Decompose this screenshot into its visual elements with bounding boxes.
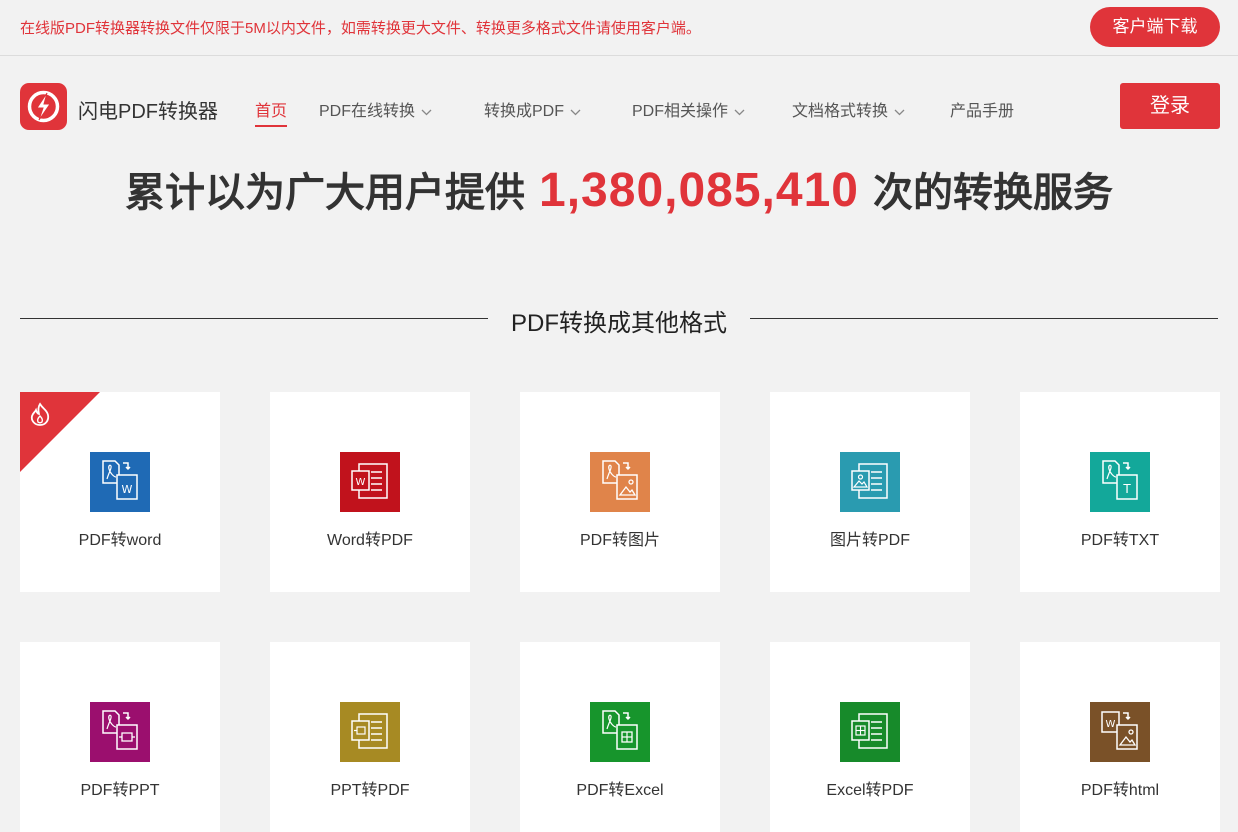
nav-doc-format-convert[interactable]: 文档格式转换 — [792, 97, 905, 121]
tool-label: 图片转PDF — [829, 532, 910, 549]
top-notice-bar: 在线版PDF转换器转换文件仅限于5M以内文件，如需转换更大文件、转换更多格式文件… — [0, 0, 1238, 56]
pdf-to-txt-icon: T — [1090, 452, 1150, 512]
chevron-down-icon — [894, 103, 905, 121]
section-title: PDF转换成其他格式 — [511, 310, 727, 337]
tool-label: Excel转PDF — [826, 782, 914, 799]
image-to-pdf-icon — [840, 452, 900, 512]
tool-label: PDF转PPT — [80, 782, 160, 799]
tool-card-word-to-pdf[interactable]: W Word转PDF — [270, 392, 470, 592]
word-to-pdf-icon: W — [340, 452, 400, 512]
nav-home-label: 首页 — [255, 103, 288, 120]
tool-card-pdf-to-txt[interactable]: T PDF转TXT — [1020, 392, 1220, 592]
conversion-counter: 累计以为广大用户提供 1,380,085,410 次的转换服务 — [0, 160, 1238, 218]
svg-text:W: W — [356, 477, 366, 488]
tool-card-pdf-to-image[interactable]: PDF转图片 — [520, 392, 720, 592]
counter-prefix: 累计以为广大用户提供 — [125, 171, 526, 215]
pdf-to-word-icon: W — [90, 452, 150, 512]
tool-card-pdf-to-word[interactable]: W PDF转word — [20, 392, 220, 592]
logo-text[interactable]: 闪电PDF转换器 — [78, 95, 218, 124]
nav-pdf-operations[interactable]: PDF相关操作 — [632, 97, 745, 121]
tool-card-image-to-pdf[interactable]: 图片转PDF — [770, 392, 970, 592]
section-header: PDF转换成其他格式 — [0, 300, 1238, 337]
nav-product-manual[interactable]: 产品手册 — [950, 97, 1014, 121]
logo-lightning-icon[interactable] — [20, 83, 67, 130]
nav-pdf-online-convert-label: PDF在线转换 — [319, 103, 416, 120]
excel-to-pdf-icon — [840, 702, 900, 762]
notice-text: 在线版PDF转换器转换文件仅限于5M以内文件，如需转换更大文件、转换更多格式文件… — [20, 20, 701, 37]
tool-label: PDF转word — [78, 532, 162, 549]
tool-card-excel-to-pdf[interactable]: Excel转PDF — [770, 642, 970, 832]
main-nav: 闪电PDF转换器 首页 PDF在线转换 转换成PDF PDF相关操作 文档格式转… — [0, 57, 1238, 157]
tool-card-ppt-to-pdf[interactable]: PPT转PDF — [270, 642, 470, 832]
ppt-to-pdf-icon — [340, 702, 400, 762]
pdf-to-html-icon: W — [1090, 702, 1150, 762]
svg-text:T: T — [1122, 482, 1131, 496]
chevron-down-icon — [734, 103, 745, 121]
tool-label: PDF转TXT — [1080, 532, 1160, 549]
tool-label: Word转PDF — [327, 532, 413, 549]
pdf-to-ppt-icon — [90, 702, 150, 762]
nav-convert-to-pdf-label: 转换成PDF — [484, 103, 565, 120]
login-button[interactable]: 登录 — [1120, 83, 1220, 129]
tool-label: PPT转PDF — [330, 782, 410, 799]
tool-card-pdf-to-html[interactable]: W PDF转html — [1020, 642, 1220, 832]
svg-text:W: W — [1106, 719, 1116, 730]
hot-badge — [20, 392, 100, 472]
chevron-down-icon — [421, 103, 432, 121]
nav-product-manual-label: 产品手册 — [950, 103, 1015, 120]
tool-label: PDF转Excel — [576, 782, 664, 799]
chevron-down-icon — [570, 103, 581, 121]
download-client-button[interactable]: 客户端下载 — [1090, 7, 1220, 47]
counter-number: 1,380,085,410 — [539, 164, 859, 217]
nav-pdf-online-convert[interactable]: PDF在线转换 — [319, 97, 432, 121]
tool-card-pdf-to-excel[interactable]: PDF转Excel — [520, 642, 720, 832]
tool-card-pdf-to-ppt[interactable]: PDF转PPT — [20, 642, 220, 832]
pdf-to-excel-icon — [590, 702, 650, 762]
nav-doc-format-convert-label: 文档格式转换 — [792, 103, 889, 120]
counter-suffix: 次的转换服务 — [872, 171, 1113, 215]
pdf-to-image-icon — [590, 452, 650, 512]
nav-home[interactable]: 首页 — [255, 97, 288, 127]
nav-convert-to-pdf[interactable]: 转换成PDF — [484, 97, 581, 121]
tool-label: PDF转图片 — [579, 532, 660, 549]
svg-text:W: W — [122, 483, 133, 496]
tool-label: PDF转html — [1080, 782, 1160, 799]
nav-pdf-operations-label: PDF相关操作 — [632, 103, 729, 120]
